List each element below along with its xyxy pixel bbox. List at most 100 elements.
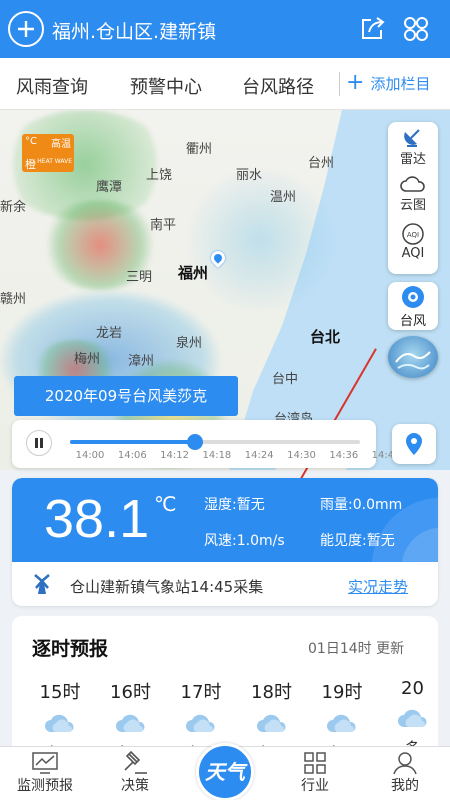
aqi-tool-button[interactable]: AQI AQI [388,222,438,261]
heat-badge-unit: °C [25,136,37,147]
heat-badge-en: HEAT WAVE [37,158,72,165]
timeline-tick-label: 14:06 [117,450,147,461]
radar-echo [180,170,340,310]
locate-button[interactable] [392,424,436,464]
hour-time: 15时 [39,682,81,703]
city-label: 台州 [308,156,335,171]
station-row: 仓山建新镇气象站14:45采集 实况走势 [12,562,438,606]
aqi-icon: AQI [402,223,424,245]
app-header: 福州.仓山区.建新镇 [0,0,450,58]
plus-icon: + [346,70,365,95]
hour-time: 18时 [251,682,292,703]
nav-label: 决策 [121,778,149,794]
radar-timeline: 14:00 14:06 14:12 14:18 14:24 14:30 14:36 14:42 [12,420,401,468]
city-label: 新余 [0,200,27,215]
timeline-tick-label: 14:36 [329,450,359,461]
station-info: 仓山建新镇气象站14:45采集 [70,578,264,596]
apps-icon [304,752,326,774]
nav-label: 行业 [301,778,329,794]
nav-monitor-forecast[interactable]: 监测预报 [2,751,88,795]
cloud-icon [400,176,425,192]
city-label-fuzhou: 福州 [178,264,209,282]
add-location-button[interactable] [8,11,44,47]
typhoon-satellite-button[interactable] [388,336,438,378]
nav-label: 监测预报 [17,778,73,794]
wave-icon [395,351,431,370]
city-label: 衢州 [186,142,213,157]
city-label: 南平 [150,218,177,233]
city-label-taibei: 台北 [310,328,341,346]
wind-speed-text: 风速:1.0m/s [204,533,285,549]
hour-time: 16时 [110,682,151,703]
city-label: 丽水 [236,168,263,183]
timeline-progress [70,440,195,444]
tab-warning-center[interactable]: 预警中心 [130,73,202,99]
map-tools-panel: 雷达 云图 AQI AQI [388,122,438,274]
city-label: 赣州 [0,292,27,307]
typhoon-name-label[interactable]: 2020年09号台风美莎克 [14,376,238,416]
cloud-tool-button[interactable]: 云图 [388,174,438,213]
location-title[interactable]: 福州.仓山区.建新镇 [52,17,216,44]
cloudy-icon [45,714,74,732]
hour-time: 20 [401,678,424,699]
pause-button[interactable] [26,430,52,456]
radar-tool-button[interactable]: 雷达 [388,126,438,167]
current-weather-header: 38.1 ℃ 湿度:暂无 雨量:0.0mm 风速:1.0m/s 能见度:暂无 [12,478,438,562]
add-column-label: 添加栏目 [370,74,431,93]
temperature-value: 38.1 [44,489,150,549]
nav-weather[interactable]: 天气 [196,743,254,800]
heat-wave-warning-badge[interactable]: °C 高温 橙 HEAT WAVE [22,134,74,172]
radar-tool-label: 雷达 [399,152,426,167]
user-icon [393,752,417,775]
hourly-update-time: 01日14时 更新 [308,641,405,657]
city-label: 漳州 [128,354,155,369]
location-pin-icon [406,433,422,455]
radar-dish-icon [404,129,420,147]
nav-label: 我的 [391,778,419,794]
heat-badge-title: 高温 [51,139,71,150]
aqi-tool-label: AQI [401,246,425,261]
typhoon-tool-button[interactable]: 台风 [388,282,438,330]
timeline-thumb[interactable] [186,434,203,450]
plus-icon [18,21,34,37]
cloud-tool-label: 云图 [399,198,426,213]
tab-typhoon-track[interactable]: 台风路径 [242,73,314,99]
windmill-icon [34,574,50,594]
observation-trend-link[interactable]: 实况走势 [348,576,408,597]
cloudy-icon [397,709,427,727]
nav-mine[interactable]: 我的 [362,751,448,795]
temperature-unit: ℃ [154,492,177,516]
timeline-tick-label: 14:12 [160,450,190,461]
rainfall-text: 雨量:0.0mm [320,497,403,513]
pause-icon [35,438,43,448]
heat-badge-level: 橙 [25,158,36,171]
timeline-tick-label: 14:18 [202,450,232,461]
city-label: 上饶 [146,168,173,183]
share-icon[interactable] [358,15,386,43]
timeline-slider[interactable] [70,434,360,450]
city-label: 梅州 [74,352,101,367]
chart-monitor-icon [32,752,58,774]
hourly-forecast-title: 逐时预报 [32,638,109,660]
city-label: 台中 [272,372,299,387]
typhoon-tool-label: 台风 [399,314,426,329]
add-column-button[interactable]: + 添加栏目 [346,72,430,94]
nav-decision[interactable]: 决策 [92,751,178,795]
city-label: 鹰潭 [96,180,123,195]
timeline-tick-label: 14:00 [75,450,105,461]
nav-industry[interactable]: 行业 [272,751,358,795]
hour-time: 17时 [180,682,222,703]
tab-rain-query[interactable]: 风雨查询 [16,73,88,99]
visibility-text: 能见度:暂无 [320,533,395,549]
city-label: 三明 [126,270,153,285]
city-label: 泉州 [176,336,203,351]
cloudy-icon [115,714,145,732]
column-tabs: 风雨查询 预警中心 台风路径 + 添加栏目 [0,58,450,110]
tab-divider [339,72,340,96]
current-weather-card: 38.1 ℃ 湿度:暂无 雨量:0.0mm 风速:1.0m/s 能见度:暂无 仓… [12,478,438,606]
city-label: 龙岩 [96,326,123,341]
cloudy-icon [186,714,215,732]
timeline-tick-label: 14:30 [287,450,316,461]
typhoon-icon [402,286,424,308]
grid-menu-icon[interactable] [402,15,430,43]
